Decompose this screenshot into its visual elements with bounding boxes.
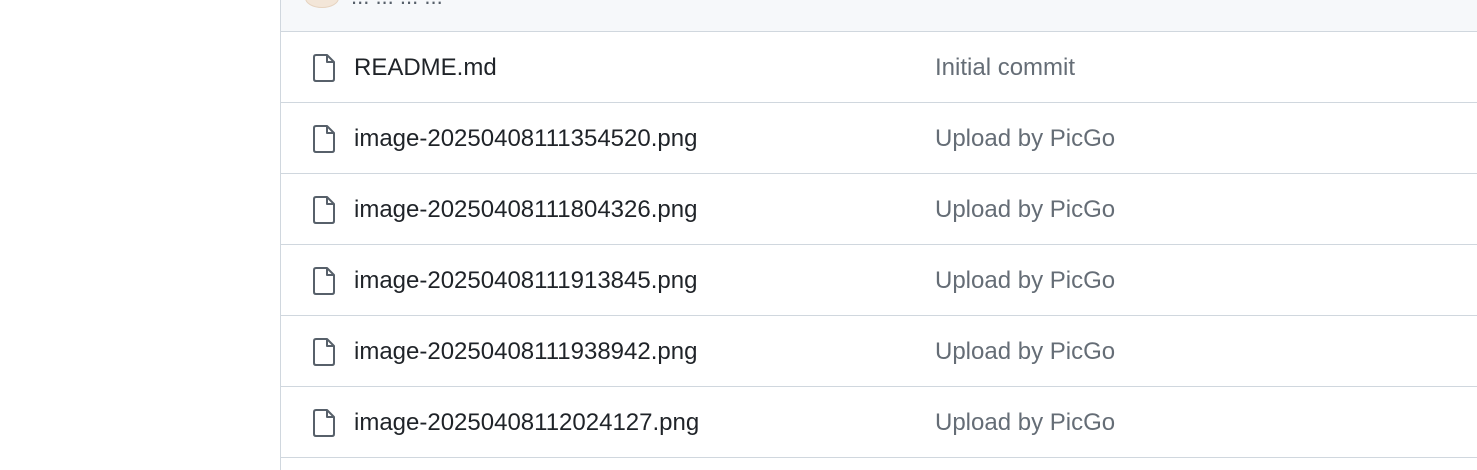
- file-row[interactable]: image-20250408112024127.png Upload by Pi…: [281, 387, 1477, 458]
- page: ... ... ... ... README.md Initial commit: [0, 0, 1477, 470]
- commit-message-link[interactable]: Upload by PicGo: [935, 316, 1115, 387]
- avatar[interactable]: [305, 0, 339, 8]
- file-row-readme[interactable]: README.md Initial commit: [281, 32, 1477, 103]
- file-name-link[interactable]: image-20250408112024127.png: [354, 387, 699, 458]
- file-icon: [312, 196, 336, 224]
- file-icon: [312, 338, 336, 366]
- commit-message-link[interactable]: Upload by PicGo: [935, 174, 1115, 245]
- file-row[interactable]: image-20250408111913845.png Upload by Pi…: [281, 245, 1477, 316]
- file-row[interactable]: image-20250408111354520.png Upload by Pi…: [281, 103, 1477, 174]
- file-row[interactable]: image-20250408111804326.png Upload by Pi…: [281, 174, 1477, 245]
- file-icon: [312, 267, 336, 295]
- file-table: ... ... ... ... README.md Initial commit: [280, 0, 1477, 470]
- file-name-link[interactable]: image-20250408111804326.png: [354, 174, 697, 245]
- file-icon: [312, 54, 336, 82]
- file-icon: [312, 409, 336, 437]
- latest-commit-header: ... ... ... ...: [281, 0, 1477, 32]
- file-name-link[interactable]: README.md: [354, 32, 497, 103]
- file-icon: [312, 125, 336, 153]
- commit-message-link[interactable]: Initial commit: [935, 32, 1075, 103]
- commit-message-link[interactable]: Upload by PicGo: [935, 387, 1115, 458]
- file-row[interactable]: image-20250408111938942.png Upload by Pi…: [281, 316, 1477, 387]
- latest-commit-text[interactable]: ... ... ... ...: [351, 0, 443, 8]
- commit-message-link[interactable]: Upload by PicGo: [935, 103, 1115, 174]
- file-name-link[interactable]: image-20250408111913845.png: [354, 245, 697, 316]
- commit-message-link[interactable]: Upload by PicGo: [935, 245, 1115, 316]
- file-name-link[interactable]: image-20250408111354520.png: [354, 103, 697, 174]
- file-list: README.md Initial commit image-202504081…: [281, 32, 1477, 458]
- file-name-link[interactable]: image-20250408111938942.png: [354, 316, 697, 387]
